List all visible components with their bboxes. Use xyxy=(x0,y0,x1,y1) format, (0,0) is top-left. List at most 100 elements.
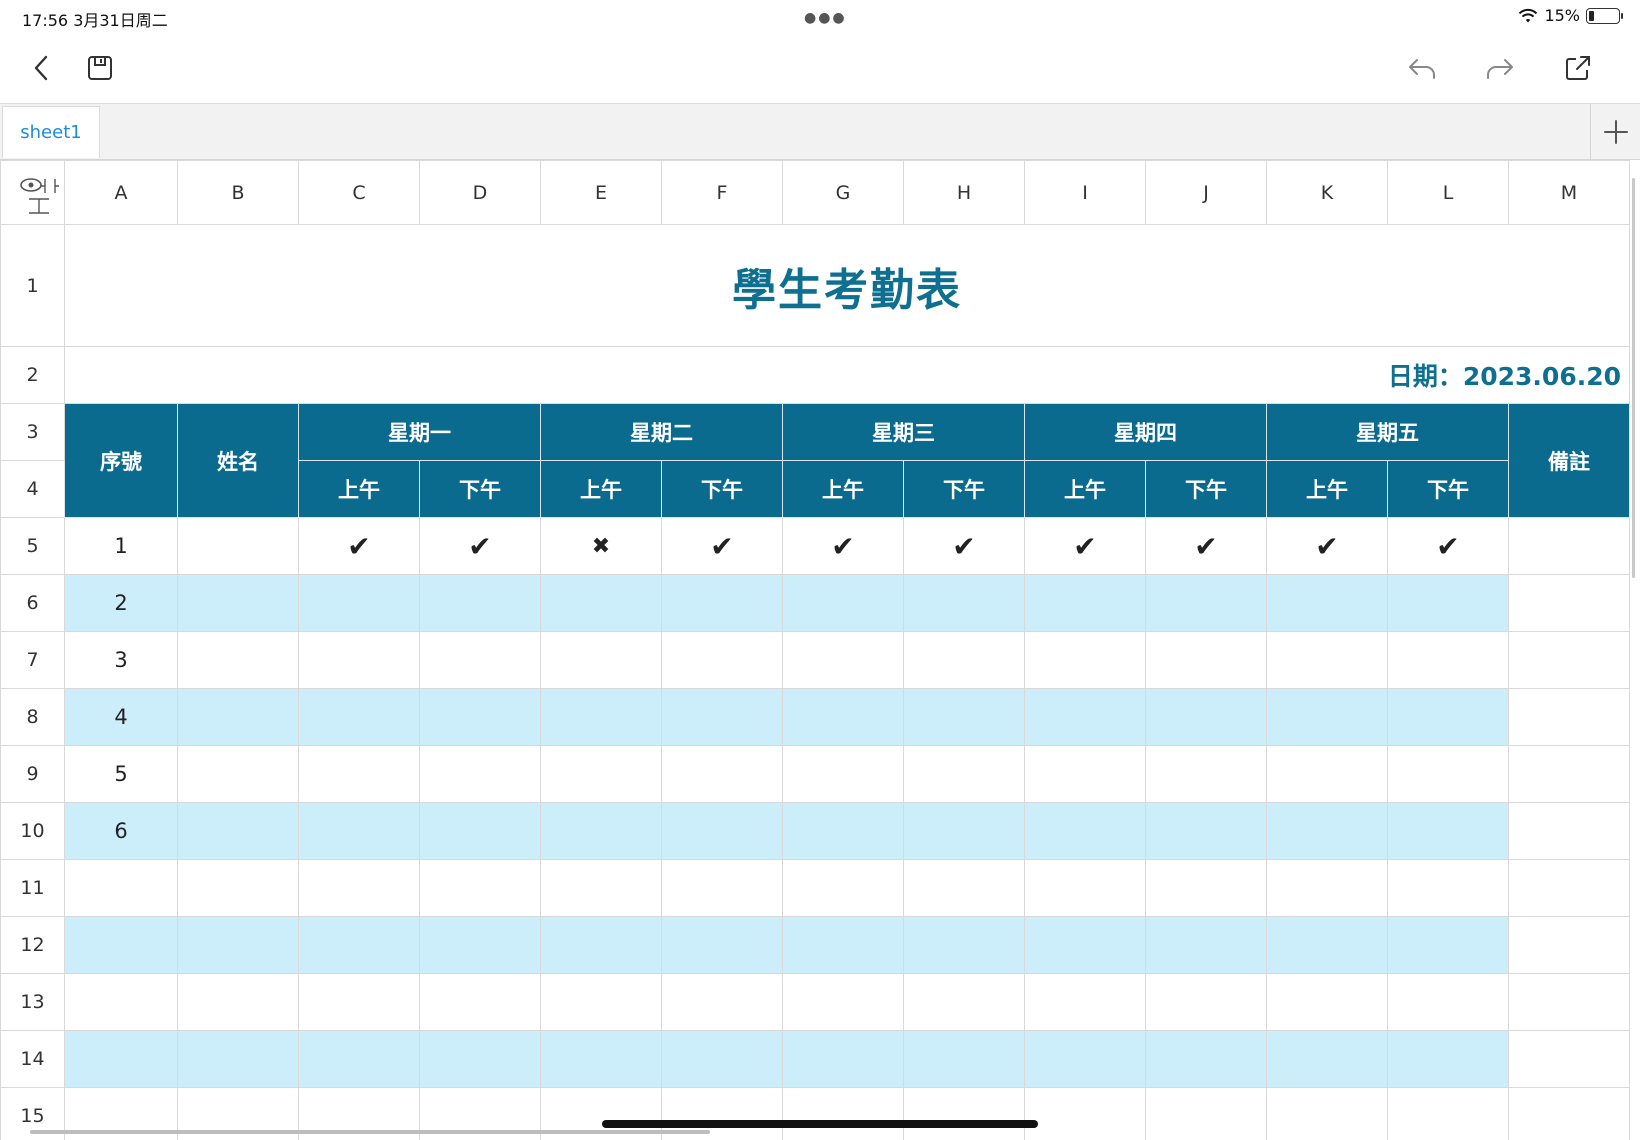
cell[interactable] xyxy=(1024,574,1146,632)
header-pm[interactable]: 下午 xyxy=(419,460,541,518)
cell[interactable] xyxy=(1266,631,1388,689)
col-header-K[interactable]: K xyxy=(1266,160,1388,225)
cell[interactable] xyxy=(1387,574,1509,632)
cell[interactable] xyxy=(540,745,662,803)
cell[interactable] xyxy=(1145,631,1267,689)
cell[interactable] xyxy=(64,916,178,974)
cell[interactable] xyxy=(298,802,420,860)
cell[interactable] xyxy=(1024,745,1146,803)
date-cell[interactable]: 日期：2023.06.20 xyxy=(64,346,1630,404)
cell[interactable] xyxy=(1508,973,1630,1031)
cell[interactable] xyxy=(782,745,904,803)
cell[interactable] xyxy=(1387,745,1509,803)
cell[interactable] xyxy=(1145,574,1267,632)
col-header-J[interactable]: J xyxy=(1145,160,1267,225)
cell[interactable] xyxy=(419,859,541,917)
share-button[interactable] xyxy=(1560,50,1596,86)
cell[interactable] xyxy=(1024,802,1146,860)
cell[interactable] xyxy=(1024,1087,1146,1140)
cell[interactable] xyxy=(1266,1087,1388,1140)
cell[interactable] xyxy=(782,1087,904,1140)
multitask-dots-icon[interactable]: ●●● xyxy=(804,10,847,26)
cell[interactable] xyxy=(177,745,299,803)
cell[interactable] xyxy=(419,1030,541,1088)
cell[interactable] xyxy=(540,916,662,974)
cell[interactable] xyxy=(298,916,420,974)
cell[interactable] xyxy=(661,631,783,689)
cell[interactable] xyxy=(661,688,783,746)
header-seq[interactable]: 序號 xyxy=(64,403,178,518)
cell-mark[interactable]: ✔ xyxy=(782,517,904,575)
header-friday[interactable]: 星期五 xyxy=(1266,403,1509,461)
add-sheet-button[interactable] xyxy=(1590,104,1640,160)
cell[interactable] xyxy=(903,973,1025,1031)
cell[interactable] xyxy=(540,1030,662,1088)
row-header-13[interactable]: 13 xyxy=(0,973,65,1031)
cell[interactable] xyxy=(1145,973,1267,1031)
row-header-3[interactable]: 3 xyxy=(0,403,65,461)
cell[interactable] xyxy=(540,859,662,917)
row-header-8[interactable]: 8 xyxy=(0,688,65,746)
header-pm[interactable]: 下午 xyxy=(1387,460,1509,518)
cell[interactable] xyxy=(298,574,420,632)
cell[interactable] xyxy=(298,973,420,1031)
cell[interactable] xyxy=(1024,631,1146,689)
cell[interactable] xyxy=(903,916,1025,974)
col-header-G[interactable]: G xyxy=(782,160,904,225)
cell[interactable] xyxy=(1508,859,1630,917)
cell-mark[interactable]: ✔ xyxy=(1387,517,1509,575)
cell[interactable] xyxy=(1508,1087,1630,1140)
cell[interactable] xyxy=(540,574,662,632)
cell[interactable] xyxy=(1266,688,1388,746)
row-header-14[interactable]: 14 xyxy=(0,1030,65,1088)
cell[interactable] xyxy=(298,745,420,803)
header-name[interactable]: 姓名 xyxy=(177,403,299,518)
cell[interactable] xyxy=(1387,1087,1509,1140)
cell[interactable] xyxy=(661,859,783,917)
cell[interactable] xyxy=(1266,574,1388,632)
cell-mark[interactable]: ✔ xyxy=(661,517,783,575)
cell[interactable] xyxy=(419,802,541,860)
header-thursday[interactable]: 星期四 xyxy=(1024,403,1267,461)
redo-button[interactable] xyxy=(1482,50,1518,86)
col-header-I[interactable]: I xyxy=(1024,160,1146,225)
row-header-1[interactable]: 1 xyxy=(0,224,65,347)
cell[interactable] xyxy=(782,631,904,689)
cell[interactable] xyxy=(540,631,662,689)
cell[interactable] xyxy=(1508,802,1630,860)
cell[interactable] xyxy=(1508,631,1630,689)
cell-remark[interactable] xyxy=(1508,517,1630,575)
cell[interactable] xyxy=(419,688,541,746)
undo-button[interactable] xyxy=(1404,50,1440,86)
cell[interactable] xyxy=(1387,973,1509,1031)
cell[interactable] xyxy=(903,859,1025,917)
cell[interactable] xyxy=(1266,916,1388,974)
sheet-title[interactable]: 學生考勤表 xyxy=(64,224,1630,347)
tab-sheet1[interactable]: sheet1 xyxy=(2,106,100,158)
cell[interactable] xyxy=(1508,574,1630,632)
col-header-C[interactable]: C xyxy=(298,160,420,225)
cell[interactable] xyxy=(661,745,783,803)
col-header-D[interactable]: D xyxy=(419,160,541,225)
cell[interactable] xyxy=(1508,688,1630,746)
cell[interactable] xyxy=(903,1030,1025,1088)
cell[interactable] xyxy=(177,574,299,632)
save-button[interactable] xyxy=(82,50,118,86)
cell[interactable] xyxy=(177,688,299,746)
cell[interactable] xyxy=(419,631,541,689)
cell[interactable] xyxy=(1024,859,1146,917)
cell-mark[interactable]: ✔ xyxy=(1266,517,1388,575)
cell[interactable] xyxy=(1508,1030,1630,1088)
cell[interactable] xyxy=(64,1030,178,1088)
cell[interactable] xyxy=(782,973,904,1031)
cell[interactable] xyxy=(1387,859,1509,917)
cell[interactable] xyxy=(177,802,299,860)
cell[interactable] xyxy=(903,574,1025,632)
header-am[interactable]: 上午 xyxy=(540,460,662,518)
cell[interactable] xyxy=(1266,802,1388,860)
row-header-11[interactable]: 11 xyxy=(0,859,65,917)
cell[interactable] xyxy=(419,973,541,1031)
row-header-2[interactable]: 2 xyxy=(0,346,65,404)
cell[interactable] xyxy=(1024,973,1146,1031)
col-header-B[interactable]: B xyxy=(177,160,299,225)
